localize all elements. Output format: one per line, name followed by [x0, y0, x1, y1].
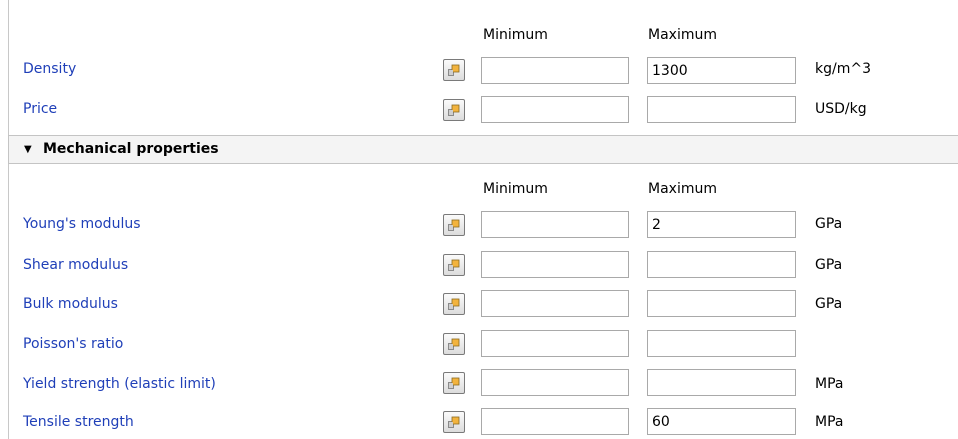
triangle-down-icon[interactable]: ▼ [24, 144, 32, 155]
poissons-ratio-maximum-input[interactable] [647, 330, 796, 357]
properties-panel: Minimum Maximum Density kg/m^3 Price USD… [0, 0, 958, 439]
bulk-modulus-minimum-input[interactable] [481, 290, 629, 317]
yield-strength-maximum-input[interactable] [647, 369, 796, 396]
select-range-button[interactable] [443, 411, 465, 433]
section-title: Mechanical properties [43, 141, 219, 157]
bulk-modulus-unit: GPa [815, 296, 843, 312]
yield-strength-unit: MPa [815, 376, 844, 392]
select-range-button[interactable] [443, 293, 465, 315]
property-label-yield-strength[interactable]: Yield strength (elastic limit) [23, 376, 216, 392]
panel-left-border [8, 0, 9, 439]
select-range-button[interactable] [443, 372, 465, 394]
density-maximum-input[interactable] [647, 57, 796, 84]
select-range-icon [448, 416, 460, 428]
select-range-button[interactable] [443, 59, 465, 81]
property-label-tensile-strength[interactable]: Tensile strength [23, 414, 134, 430]
density-unit: kg/m^3 [815, 61, 871, 77]
select-range-icon [448, 259, 460, 271]
select-range-icon [448, 338, 460, 350]
tensile-strength-maximum-input[interactable] [647, 408, 796, 435]
select-range-button[interactable] [443, 99, 465, 121]
youngs-modulus-minimum-input[interactable] [481, 211, 629, 238]
price-unit: USD/kg [815, 101, 867, 117]
poissons-ratio-minimum-input[interactable] [481, 330, 629, 357]
density-minimum-input[interactable] [481, 57, 629, 84]
section-header-mechanical-properties[interactable]: ▼ Mechanical properties [8, 135, 958, 164]
select-range-icon [448, 298, 460, 310]
youngs-modulus-maximum-input[interactable] [647, 211, 796, 238]
select-range-icon [448, 377, 460, 389]
select-range-button[interactable] [443, 214, 465, 236]
tensile-strength-minimum-input[interactable] [481, 408, 629, 435]
price-maximum-input[interactable] [647, 96, 796, 123]
select-range-icon [448, 104, 460, 116]
youngs-modulus-unit: GPa [815, 216, 843, 232]
shear-modulus-unit: GPa [815, 257, 843, 273]
property-label-density[interactable]: Density [23, 61, 76, 77]
shear-modulus-minimum-input[interactable] [481, 251, 629, 278]
property-label-shear-modulus[interactable]: Shear modulus [23, 257, 128, 273]
select-range-icon [448, 64, 460, 76]
price-minimum-input[interactable] [481, 96, 629, 123]
column-header-maximum: Maximum [648, 27, 717, 43]
yield-strength-minimum-input[interactable] [481, 369, 629, 396]
property-label-poissons-ratio[interactable]: Poisson's ratio [23, 336, 123, 352]
select-range-button[interactable] [443, 333, 465, 355]
column-header-maximum: Maximum [648, 181, 717, 197]
property-label-bulk-modulus[interactable]: Bulk modulus [23, 296, 118, 312]
column-header-minimum: Minimum [483, 181, 548, 197]
shear-modulus-maximum-input[interactable] [647, 251, 796, 278]
tensile-strength-unit: MPa [815, 414, 844, 430]
select-range-icon [448, 219, 460, 231]
property-label-price[interactable]: Price [23, 101, 57, 117]
property-label-youngs-modulus[interactable]: Young's modulus [23, 216, 141, 232]
select-range-button[interactable] [443, 254, 465, 276]
column-header-minimum: Minimum [483, 27, 548, 43]
bulk-modulus-maximum-input[interactable] [647, 290, 796, 317]
